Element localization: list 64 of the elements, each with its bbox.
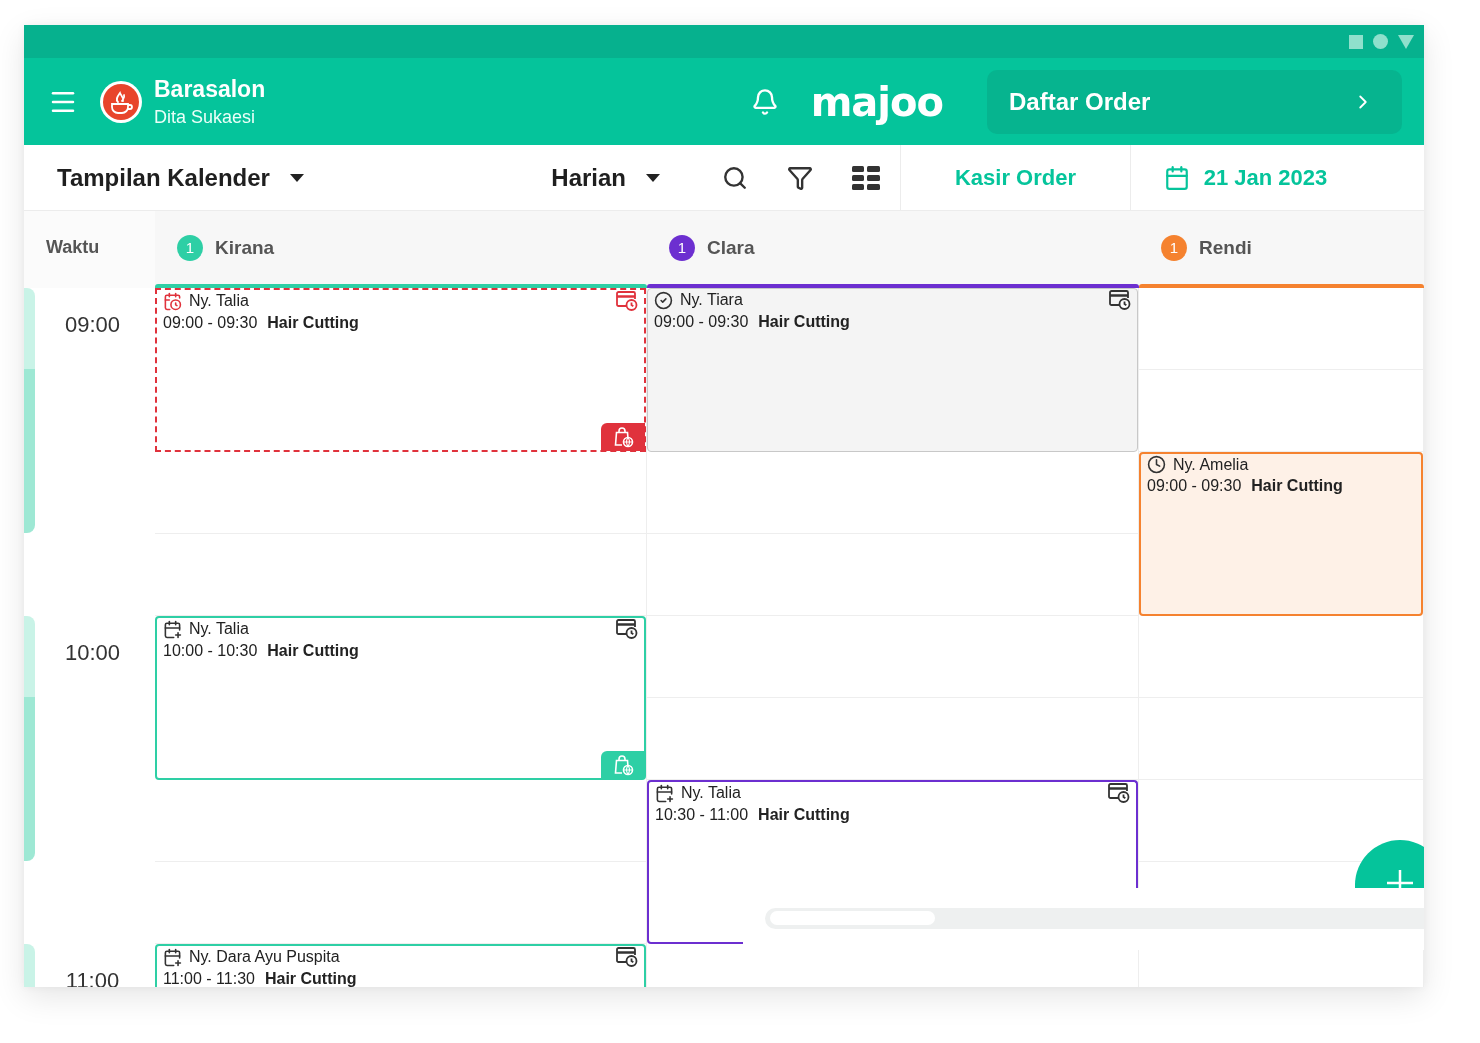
appointment-time: 11:00 - 11:30 [163, 970, 255, 987]
card-clock-icon [1108, 783, 1130, 803]
check-circle-icon [654, 290, 673, 310]
card-clock-icon [1109, 290, 1131, 310]
appointment-time: 10:00 - 10:30 [163, 642, 258, 660]
calendar-plus-icon [163, 947, 182, 967]
user-name: Dita Sukaesi [154, 106, 257, 128]
count-badge: 1 [177, 234, 203, 261]
service-name: Hair Cutting [267, 642, 359, 660]
bag-globe-icon [612, 426, 634, 448]
calendar-plus-icon [655, 783, 674, 803]
clock-icon [1147, 455, 1166, 474]
list-grid-icon [852, 165, 880, 190]
calendar-plus-icon [163, 619, 182, 639]
square-icon [1349, 34, 1363, 49]
appointment-card[interactable]: Ny. Amelia 09:00 - 09:30 Hair Cutting [1139, 452, 1423, 616]
customer-name: Ny. Talia [189, 292, 250, 310]
triangle-icon [1398, 34, 1414, 49]
hour-label: 09:00 [63, 312, 121, 339]
customer-name: Ny. Talia [681, 784, 742, 802]
staff-name: Rendi [1199, 236, 1252, 259]
caret-icon [646, 173, 660, 182]
customer-name: Ny. Dara Ayu Puspita [189, 948, 341, 966]
customer-name: Ny. Talia [189, 620, 250, 638]
hour-label: 10:00 [63, 640, 121, 667]
caret-icon [289, 173, 304, 182]
appointment-card[interactable]: Ny. Talia 10:30 - 11:00 Hair Cutting [647, 780, 1138, 888]
service-name: Hair Cutting [267, 314, 359, 332]
appointment-time: 09:00 - 09:30 [654, 313, 749, 331]
appointment-time: 10:30 - 11:00 [655, 806, 749, 824]
brand-logo: majoo [810, 78, 943, 125]
appointment-time: 09:00 - 09:30 [163, 314, 258, 332]
appointment-card[interactable]: Ny. Tiara 09:00 - 09:30 Hair Cutting [647, 288, 1138, 452]
store-name: Barasalon [154, 75, 267, 103]
appointment-time: 09:00 - 09:30 [1147, 477, 1242, 495]
view-dropdown[interactable]: Tampilan Kalender [57, 163, 552, 192]
count-badge: 1 [669, 234, 695, 261]
filter-button[interactable] [787, 164, 813, 191]
service-name: Hair Cutting [758, 313, 850, 331]
service-name: Hair Cutting [758, 806, 850, 824]
layout-button[interactable] [852, 165, 880, 190]
appointment-card[interactable]: Ny. Talia 10:00 - 10:30 Hair Cutting [155, 616, 646, 780]
customer-name: Ny. Amelia [1173, 455, 1250, 474]
customer-name: Ny. Tiara [680, 291, 744, 309]
search-button[interactable] [722, 164, 748, 191]
bag-globe-icon [612, 754, 634, 776]
bell-icon[interactable] [750, 87, 779, 116]
appointment-card[interactable]: Ny. Talia 09:00 - 09:30 Hair Cutting [155, 288, 646, 452]
service-name: Hair Cutting [1251, 477, 1343, 495]
card-clock-icon [616, 291, 638, 311]
staff-name: Kirana [215, 236, 275, 259]
calendar-clock-icon [163, 291, 182, 311]
time-column-header: Waktu [46, 237, 100, 258]
flame-cup-icon [99, 79, 143, 124]
calendar-icon [1163, 164, 1190, 191]
card-clock-icon [616, 619, 638, 639]
appointment-card[interactable]: Ny. Dara Ayu Puspita 11:00 - 11:30 Hair Cutting [155, 944, 646, 987]
circle-icon [1373, 34, 1388, 49]
service-name: Hair Cutting [264, 970, 357, 987]
card-clock-icon [616, 947, 638, 967]
period-dropdown[interactable]: Harian [551, 163, 660, 192]
count-badge: 1 [1161, 234, 1187, 261]
staff-name: Clara [707, 236, 755, 259]
add-button[interactable] [1355, 840, 1424, 888]
